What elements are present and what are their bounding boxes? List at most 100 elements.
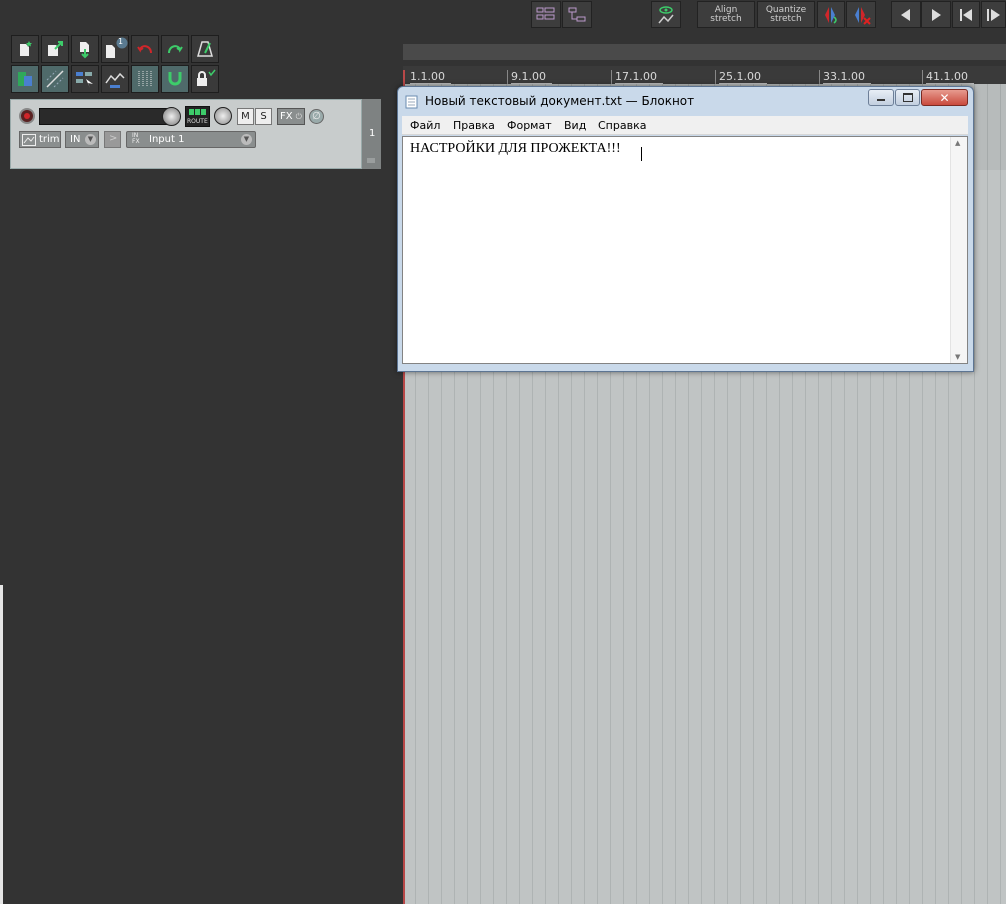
track-number: 1 (369, 128, 376, 139)
fx-bypass-icon: ⏻ (295, 112, 302, 121)
mute-label: M (241, 111, 250, 122)
snap-grid-button[interactable] (131, 65, 159, 93)
save-file-icon (80, 42, 89, 59)
save-project-button[interactable] (71, 35, 99, 63)
ruler-tick (922, 70, 923, 84)
auto-crossfade-button[interactable] (11, 65, 39, 93)
solo-button[interactable]: S (255, 108, 272, 125)
lock-icon (197, 69, 216, 86)
routing-matrix-button[interactable] (562, 1, 592, 28)
input-dropdown-icon: ▼ (241, 134, 252, 145)
text-cursor-ibeam (641, 147, 642, 161)
open-project-button[interactable] (41, 35, 69, 63)
maximize-button[interactable] (895, 89, 920, 106)
close-button[interactable]: ✕ (921, 89, 968, 106)
document-text: НАСТРОЙКИ ДЛЯ ПРОЖЕКТА!!! (410, 141, 621, 156)
track-number-strip[interactable]: 1 (362, 99, 381, 169)
project-settings-button[interactable]: 1 (101, 35, 129, 63)
in-dropdown-icon: ▼ (85, 134, 96, 145)
track-manager-button[interactable] (531, 1, 561, 28)
ruler-tick (715, 70, 716, 84)
automation-mode-button[interactable]: trim (19, 131, 61, 148)
notepad-text-area[interactable]: НАСТРОЙКИ ДЛЯ ПРОЖЕКТА!!! ▲ ▼ (402, 136, 968, 364)
stretch-marker-delete-icon (855, 6, 871, 25)
record-mode-icon: > (109, 133, 118, 144)
menu-format[interactable]: Формат (507, 119, 552, 132)
phase-icon: ∅ (312, 111, 321, 122)
notepad-menubar: Файл Правка Формат Вид Справка (402, 116, 968, 135)
transport-go-start-button[interactable] (952, 1, 980, 28)
transport-play-button[interactable] (921, 1, 951, 28)
redo-button[interactable] (161, 35, 189, 63)
envelope-points-move-button[interactable] (101, 65, 129, 93)
transport-rewind-button[interactable] (891, 1, 921, 28)
record-mode-button[interactable]: > (104, 131, 121, 148)
crossfade-icon (18, 72, 32, 86)
vertical-scrollbar[interactable]: ▲ ▼ (950, 137, 967, 363)
item-grouping-button[interactable] (71, 65, 99, 93)
grid-layout-icon (536, 7, 555, 19)
envelope-mode-icon (22, 134, 36, 146)
ruler-marker: 33.1.00 (823, 70, 871, 84)
scroll-up-icon: ▲ (955, 139, 961, 147)
ruler-marker: 17.1.00 (615, 70, 663, 84)
align-stretch-button[interactable]: Align stretch (697, 1, 755, 28)
grouping-icon (76, 72, 93, 88)
ruler-tick (507, 70, 508, 84)
mute-button[interactable]: M (237, 108, 254, 125)
new-project-button[interactable] (11, 35, 39, 63)
route-button[interactable]: ROUTE (185, 106, 210, 127)
project-badge-count: 1 (118, 37, 124, 46)
left-edge-marker (0, 585, 3, 904)
ripple-edit-button[interactable] (41, 65, 69, 93)
menu-edit[interactable]: Правка (453, 119, 495, 132)
input-monitor-button[interactable]: IN ▼ (65, 131, 99, 148)
in-label: IN (70, 134, 81, 145)
metronome-button[interactable] (191, 35, 219, 63)
menu-view[interactable]: Вид (564, 119, 586, 132)
close-icon: ✕ (939, 90, 950, 105)
input-name: Input 1 (149, 134, 185, 145)
ripple-icon (46, 70, 64, 88)
trim-label: trim (39, 134, 60, 145)
minimize-icon (877, 99, 885, 101)
volume-knob[interactable] (162, 107, 181, 126)
play-icon (932, 8, 941, 21)
stretch-marker-icon (825, 6, 837, 24)
snap-toggle-button[interactable] (161, 65, 189, 93)
timeline-ruler[interactable]: 1.1.00 9.1.00 17.1.00 25.1.00 33.1.00 41… (403, 66, 1006, 84)
track-name-field[interactable] (39, 108, 169, 125)
timeline-region-strip[interactable] (403, 44, 1006, 60)
route-label: ROUTE (187, 118, 208, 125)
envelope-icon (105, 72, 125, 88)
ruler-marker: 41.1.00 (926, 70, 974, 84)
phase-invert-button[interactable]: ∅ (309, 109, 324, 124)
quantize-stretch-button[interactable]: Quantize stretch (757, 1, 815, 28)
eye-envelope-icon (658, 5, 674, 23)
record-arm-button[interactable] (19, 108, 35, 124)
track-header[interactable]: ROUTE M S FX ⏻ ∅ trim IN ▼ > IN FX Input … (10, 99, 362, 169)
stretch-marker-remove-button[interactable] (846, 1, 876, 28)
magnet-icon (168, 72, 182, 86)
open-file-icon (48, 41, 63, 56)
undo-icon (137, 45, 152, 54)
solo-label: S (260, 111, 267, 122)
menu-file[interactable]: Файл (410, 119, 440, 132)
lock-button[interactable] (191, 65, 219, 93)
align-stretch-label: Align stretch (710, 4, 742, 24)
metronome-icon (197, 41, 213, 57)
stretch-marker-add-button[interactable] (817, 1, 845, 28)
input-select[interactable]: IN FX Input 1 ▼ (126, 131, 256, 148)
fx-button[interactable]: FX ⏻ (277, 108, 305, 125)
new-file-icon (20, 41, 32, 56)
ruler-marker: 1.1.00 (410, 70, 451, 84)
ruler-tick (611, 70, 612, 84)
undo-button[interactable] (131, 35, 159, 63)
minimize-button[interactable] (868, 89, 894, 106)
route-icon (189, 109, 207, 115)
pan-knob[interactable] (214, 107, 232, 125)
redo-icon (168, 45, 183, 54)
transport-go-end-button[interactable] (981, 1, 1006, 28)
envelope-visibility-button[interactable] (651, 1, 681, 28)
menu-help[interactable]: Справка (598, 119, 646, 132)
